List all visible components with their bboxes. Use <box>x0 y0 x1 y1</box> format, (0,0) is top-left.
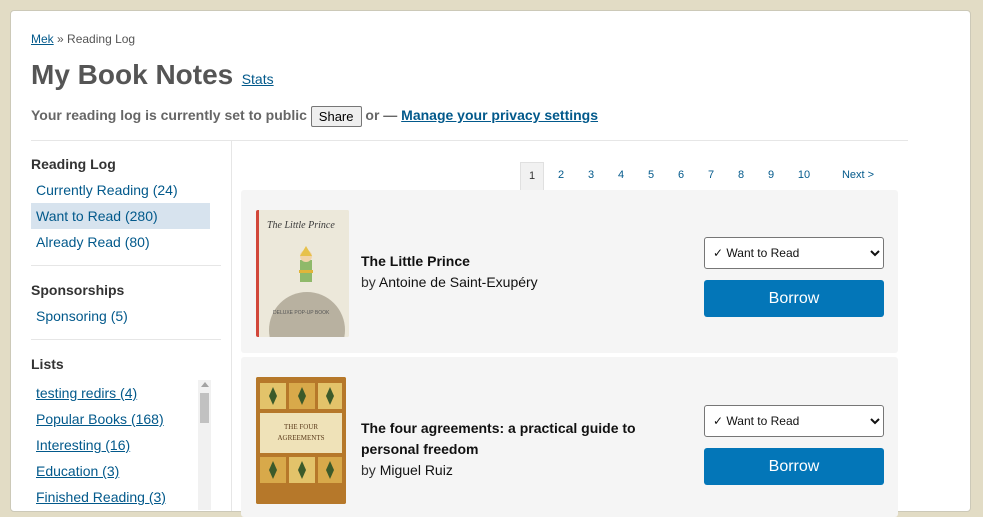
borrow-button[interactable]: Borrow <box>704 448 884 485</box>
book-card: The Little Prince DELUXE POP-UP BOOK The… <box>241 190 898 353</box>
list-item[interactable]: Interesting (16) <box>31 432 211 458</box>
cover-title-text: THE FOUR <box>284 423 318 431</box>
main-panel: Mek » Reading Log My Book Notes Stats Yo… <box>10 10 971 517</box>
page-title: My Book Notes <box>31 59 234 90</box>
page-link[interactable]: 2 <box>550 162 572 189</box>
breadcrumb-separator: » <box>57 32 64 46</box>
lists-heading: Lists <box>31 356 64 372</box>
lists-scrollbar[interactable] <box>198 380 211 510</box>
lists-scroll-area[interactable]: testing redirs (4) Popular Books (168) I… <box>31 380 211 510</box>
scrollbar-thumb[interactable] <box>200 393 209 423</box>
book-author-line: by Antoine de Saint-Exupéry <box>361 274 538 290</box>
privacy-text: Your reading log is currently set to pub… <box>31 107 307 124</box>
list-item[interactable]: Popular Books (168) <box>31 406 211 432</box>
sidebar-item-already-read[interactable]: Already Read (80) <box>31 229 221 255</box>
page-link[interactable]: 4 <box>610 162 632 189</box>
cover-title-text: AGREEMENTS <box>277 434 324 442</box>
cover-title-text: The Little Prince <box>267 220 335 231</box>
little-prince-cover-art-icon: The Little Prince DELUXE POP-UP BOOK <box>259 210 349 337</box>
stats-link[interactable]: Stats <box>242 71 274 87</box>
sidebar-item-sponsoring[interactable]: Sponsoring (5) <box>31 303 221 329</box>
breadcrumb: Mek » Reading Log <box>31 32 135 46</box>
column-divider <box>231 141 232 511</box>
book-author[interactable]: Miguel Ruiz <box>380 462 453 478</box>
sidebar: Reading Log Currently Reading (24) Want … <box>31 156 221 510</box>
reading-status-select[interactable]: ✓ Want to Read <box>704 237 884 269</box>
by-label: by <box>361 274 376 290</box>
title-row: My Book Notes Stats <box>31 59 274 91</box>
divider <box>31 140 908 141</box>
list-item[interactable]: Finished Reading (3) <box>31 484 211 510</box>
list-item[interactable]: testing redirs (4) <box>31 380 211 406</box>
sponsorships-heading: Sponsorships <box>31 282 125 298</box>
page-link[interactable]: 3 <box>580 162 602 189</box>
book-card: THE FOUR AGREEMENTS The four agreements:… <box>241 357 898 517</box>
scroll-up-arrow-icon[interactable] <box>201 382 209 387</box>
next-page-link[interactable]: Next > <box>833 162 883 189</box>
book-title[interactable]: The Little Prince <box>361 251 661 272</box>
borrow-button[interactable]: Borrow <box>704 280 884 317</box>
sidebar-item-currently-reading[interactable]: Currently Reading (24) <box>31 177 221 203</box>
cover-note-text: DELUXE POP-UP BOOK <box>273 310 330 316</box>
page-link[interactable]: 7 <box>700 162 722 189</box>
book-title[interactable]: The four agreements: a practical guide t… <box>361 418 661 460</box>
page-link-current: 1 <box>520 162 544 191</box>
manage-privacy-link[interactable]: Manage your privacy settings <box>401 107 598 123</box>
book-cover-image[interactable]: The Little Prince DELUXE POP-UP BOOK <box>256 210 349 337</box>
list-item[interactable]: Education (3) <box>31 458 211 484</box>
book-cover-image[interactable]: THE FOUR AGREEMENTS <box>256 377 346 504</box>
by-label: by <box>361 462 376 478</box>
privacy-middle-text: or — <box>365 107 398 124</box>
four-agreements-cover-art-icon: THE FOUR AGREEMENTS <box>256 377 346 504</box>
sidebar-item-want-to-read[interactable]: Want to Read (280) <box>31 203 210 229</box>
page-link[interactable]: 5 <box>640 162 662 189</box>
share-button[interactable]: Share <box>310 106 362 127</box>
privacy-notice: Your reading log is currently set to pub… <box>31 106 598 127</box>
breadcrumb-home-link[interactable]: Mek <box>31 32 54 46</box>
reading-status-select[interactable]: ✓ Want to Read <box>704 405 884 437</box>
page-link[interactable]: 10 <box>793 162 815 189</box>
book-author[interactable]: Antoine de Saint-Exupéry <box>379 274 538 290</box>
breadcrumb-current: Reading Log <box>67 32 136 46</box>
reading-log-heading: Reading Log <box>31 156 116 172</box>
page-link[interactable]: 9 <box>760 162 782 189</box>
book-author-line: by Miguel Ruiz <box>361 462 453 478</box>
page-link[interactable]: 8 <box>730 162 752 189</box>
page-link[interactable]: 6 <box>670 162 692 189</box>
